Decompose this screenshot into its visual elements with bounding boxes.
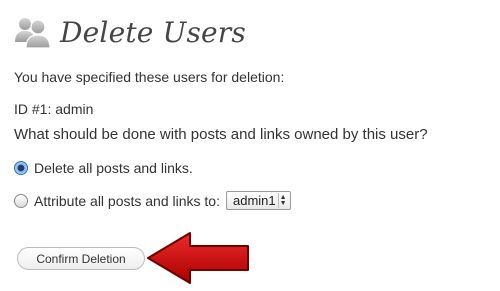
user-line: ID #1: admin	[14, 101, 94, 117]
page-header: Delete Users	[12, 10, 246, 54]
attribute-user-select[interactable]: admin1 ▲ ▼	[226, 191, 291, 210]
page-title: Delete Users	[60, 15, 246, 49]
option-delete-row[interactable]: Delete all posts and links.	[14, 160, 193, 176]
confirm-deletion-button[interactable]: Confirm Deletion	[17, 247, 145, 270]
delete-option-radio[interactable]	[14, 161, 28, 175]
red-arrow-icon	[146, 230, 252, 286]
delete-option-label[interactable]: Delete all posts and links.	[34, 160, 193, 176]
attribute-option-label[interactable]: Attribute all posts and links to:	[34, 193, 220, 209]
attribute-user-value: admin1	[233, 193, 276, 208]
question-text: What should be done with posts and links…	[14, 126, 428, 143]
option-attribute-row[interactable]: Attribute all posts and links to: admin1…	[14, 191, 291, 210]
attribute-option-radio[interactable]	[14, 193, 28, 208]
users-icon	[12, 12, 52, 52]
select-arrows-icon: ▲ ▼	[277, 193, 288, 208]
intro-text: You have specified these users for delet…	[14, 69, 285, 85]
